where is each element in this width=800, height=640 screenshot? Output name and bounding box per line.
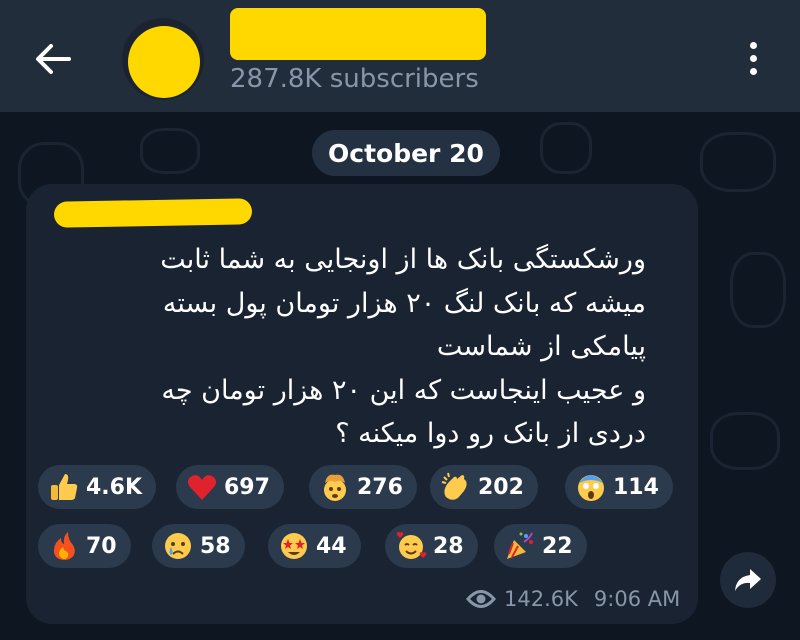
screaming-face-icon	[575, 471, 607, 503]
reaction-count: 202	[478, 474, 524, 500]
share-button[interactable]	[720, 552, 776, 608]
message-time: 9:06 AM	[593, 587, 681, 611]
doodle-pattern	[140, 128, 200, 174]
reaction-count: 22	[542, 533, 573, 559]
reaction-count: 4.6K	[86, 474, 143, 500]
reaction-red-heart[interactable]: 697	[176, 465, 284, 509]
reaction-count: 697	[224, 474, 270, 500]
reaction-star-struck[interactable]: 44	[268, 524, 361, 568]
reaction-clapping-hands[interactable]: 202	[430, 465, 538, 509]
reaction-thumbs-up[interactable]: 4.6K	[38, 465, 157, 509]
reaction-exploding-head[interactable]: 276	[309, 465, 417, 509]
doodle-pattern	[730, 252, 786, 328]
eye-icon	[466, 590, 496, 608]
reaction-party-popper[interactable]: 22	[494, 524, 587, 568]
doodle-pattern	[710, 412, 780, 470]
doodle-pattern	[540, 122, 592, 174]
reaction-count: 276	[357, 474, 403, 500]
reaction-fire[interactable]: 70	[38, 524, 131, 568]
red-heart-icon	[186, 471, 218, 503]
reaction-count: 28	[433, 533, 464, 559]
reaction-screaming-face[interactable]: 114	[565, 465, 673, 509]
channel-avatar[interactable]	[122, 18, 204, 100]
share-arrow-icon	[735, 569, 761, 591]
date-separator: October 20	[312, 130, 500, 176]
reaction-crying-face[interactable]: 58	[152, 524, 245, 568]
party-popper-icon	[504, 530, 536, 562]
reaction-smiling-face-with-hearts[interactable]: 28	[385, 524, 478, 568]
reaction-count: 58	[200, 533, 231, 559]
doodle-pattern	[700, 132, 776, 192]
channel-title-redaction[interactable]	[230, 8, 486, 60]
avatar-redaction	[128, 26, 200, 98]
subscriber-count: 287.8K subscribers	[230, 64, 479, 94]
fire-icon	[48, 530, 80, 562]
clapping-hands-icon	[440, 471, 472, 503]
reaction-count: 44	[316, 533, 347, 559]
more-vertical-icon	[749, 41, 757, 49]
smiling-face-with-hearts-icon	[395, 530, 427, 562]
author-redaction	[53, 198, 253, 228]
reaction-count: 114	[613, 474, 659, 500]
thumbs-up-icon	[48, 471, 80, 503]
channel-header: 287.8K subscribers	[0, 0, 800, 112]
crying-face-icon	[162, 530, 194, 562]
message-meta: 142.6K 9:06 AM	[466, 584, 680, 614]
star-struck-icon	[278, 530, 310, 562]
arrow-left-icon	[36, 44, 71, 74]
reaction-count: 70	[86, 533, 117, 559]
message-text: ورشکستگی بانک ها از اونجایی به شما ثابت …	[160, 244, 646, 449]
back-button[interactable]	[28, 34, 78, 84]
exploding-head-icon	[319, 471, 351, 503]
view-count: 142.6K	[504, 587, 578, 611]
more-menu-button[interactable]	[736, 36, 770, 80]
